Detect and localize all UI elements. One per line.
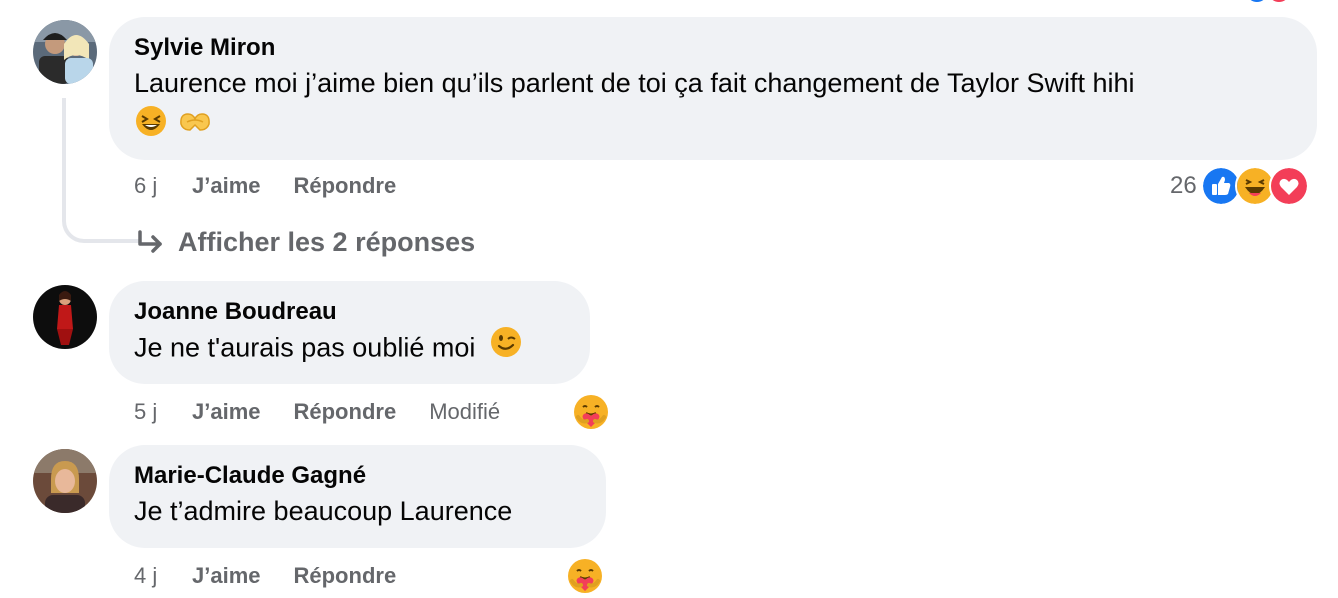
comment-text: Je ne t'aurais pas oublié moi — [134, 332, 476, 363]
love-reaction-icon — [1269, 0, 1289, 4]
comment-timestamp[interactable]: 5 j — [134, 399, 192, 425]
reaction-summary[interactable] — [572, 393, 610, 436]
reaction-count: 26 — [1170, 172, 1197, 199]
winking-face-icon — [489, 325, 523, 370]
comment-bubble: Marie-Claude Gagné Je t’admire beaucoup … — [109, 445, 606, 548]
comment-author[interactable]: Marie-Claude Gagné — [134, 461, 581, 491]
reaction-summary[interactable] — [566, 557, 604, 598]
edited-label: Modifié — [429, 399, 501, 424]
heart-hands-icon — [178, 104, 212, 143]
comment-bubble: Joanne Boudreau Je ne t'aurais pas oubli… — [109, 281, 590, 384]
avatar-photo — [33, 449, 97, 513]
comment-emoji-row — [134, 103, 1292, 143]
laughing-face-icon — [134, 104, 168, 143]
comment-author[interactable]: Sylvie Miron — [134, 33, 1292, 63]
reaction-summary[interactable]: 26 — [1170, 166, 1309, 206]
like-button[interactable]: J’aime — [192, 173, 261, 199]
like-button[interactable]: J’aime — [192, 563, 261, 589]
like-button[interactable]: J’aime — [192, 399, 261, 425]
avatar-photo — [33, 20, 97, 84]
comment-text: Laurence moi j’aime bien qu’ils parlent … — [134, 68, 1135, 98]
reply-button[interactable]: Répondre — [294, 563, 397, 589]
love-reaction-icon — [1268, 166, 1309, 206]
comment-timestamp[interactable]: 4 j — [134, 563, 192, 589]
avatar-photo — [33, 285, 97, 349]
comment-timestamp[interactable]: 6 j — [134, 173, 192, 199]
reply-button[interactable]: Répondre — [294, 399, 397, 425]
comment-text: Je t’admire beaucoup Laurence — [134, 496, 513, 526]
avatar[interactable] — [33, 20, 97, 84]
show-replies-link[interactable]: Afficher les 2 réponses — [134, 222, 475, 262]
reply-button[interactable]: Répondre — [294, 173, 397, 199]
comment-author[interactable]: Joanne Boudreau — [134, 297, 565, 327]
reply-arrow-icon — [138, 230, 162, 253]
care-reaction-icon — [568, 559, 602, 593]
avatar[interactable] — [33, 449, 97, 513]
comment-text-row: Je ne t'aurais pas oublié moi — [134, 327, 565, 372]
care-reaction-icon — [574, 395, 608, 429]
previous-reaction-summary[interactable] — [1244, 0, 1292, 4]
comments-section: Sylvie Miron Laurence moi j’aime bien qu… — [0, 0, 1338, 598]
comment-actions: 6 j J’aime Répondre — [134, 170, 429, 202]
show-replies-label[interactable]: Afficher les 2 réponses — [178, 227, 475, 258]
comment-actions: 5 j J’aime Répondre Modifié — [134, 396, 500, 428]
comment-actions: 4 j J’aime Répondre — [134, 560, 429, 592]
comment-bubble: Sylvie Miron Laurence moi j’aime bien qu… — [109, 17, 1317, 160]
avatar[interactable] — [33, 285, 97, 349]
